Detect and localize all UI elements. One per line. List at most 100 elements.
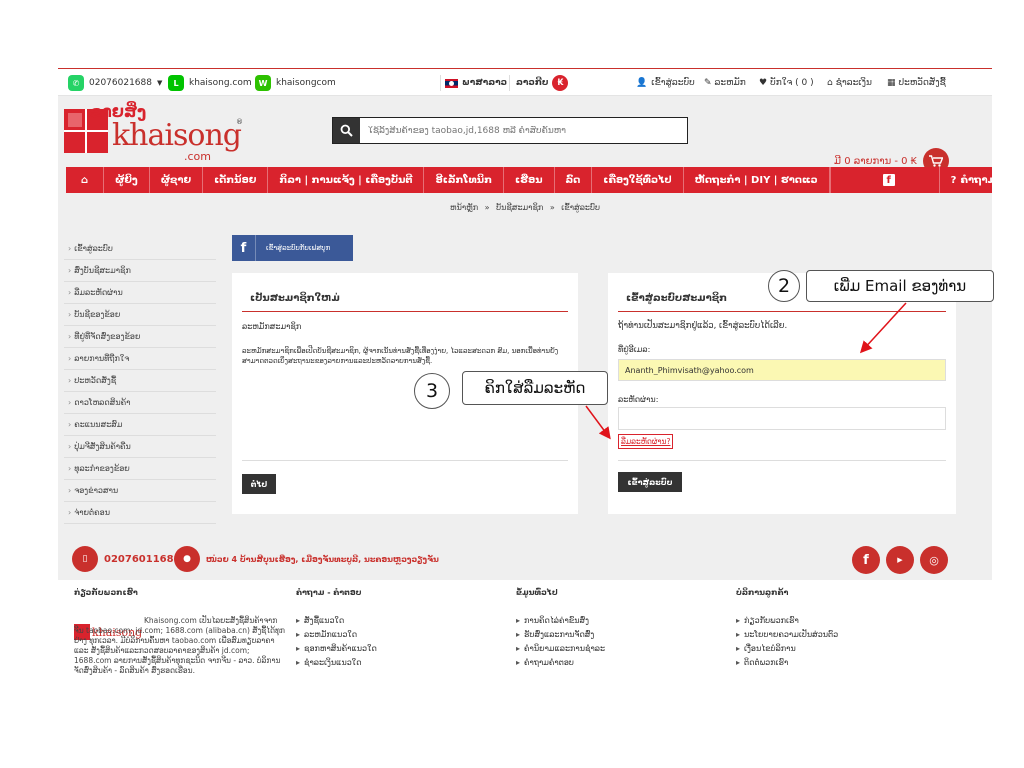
checkout-link-label: ຊຳລະເງິນ — [835, 78, 872, 88]
wechat-contact[interactable]: W khaisongcom — [255, 75, 336, 91]
footer-phone-number: 02076011688 — [104, 553, 181, 565]
lao-flag-icon — [445, 78, 458, 88]
cart-text: ມີ 0 ລາຍການ - 0 ₭ — [834, 155, 918, 167]
footer-contact-strip: ▯ 02076011688 ● ໜ່ວຍ 4 ບ້ານສີບຸນເຮືອງ, ເ… — [58, 540, 992, 582]
nav-general[interactable]: ເຄື່ອງໃຊ້ທົ່ວໄປ — [592, 167, 684, 193]
sidebar-item-forgot-password[interactable]: ລືມລະຫັດຜ່ານ — [64, 282, 216, 304]
login-panel: ເຂົ້າສູ່ລະບົບສະມາຊິກ ຖ້າທ່ານເປັນສະມາຊິກຢ… — [608, 273, 956, 514]
cart-icon — [929, 155, 944, 167]
password-field[interactable] — [618, 407, 946, 430]
login-link-label: ເຂົ້າສູ່ລະບົບ — [651, 78, 695, 88]
footer-qa-title: ຄຳຖາມ - ຄຳຕອບ — [296, 588, 362, 597]
language-selector[interactable]: ພາສາລາວ — [440, 75, 507, 91]
breadcrumb-account[interactable]: ບັນຊີສະມາຊິກ — [496, 203, 543, 212]
sidebar-item-downloads[interactable]: ດາວໂຫລດສິນຄ້າ — [64, 392, 216, 414]
footer-info-link[interactable]: ການຄິດໄລ່ຄ່າຂົນສົ່ງ — [516, 616, 589, 625]
currency-selector[interactable]: ລາວກີບ ₭ — [509, 75, 569, 91]
nav-kids[interactable]: ເດັກນ້ອຍ — [203, 167, 269, 193]
nav-facebook[interactable]: f — [829, 167, 940, 193]
sidebar-item-order-history[interactable]: ປະຫວັດສັ່ງຊື້ — [64, 370, 216, 392]
footer-service-link[interactable]: ຕິດຕໍ່ພວກເຮົາ — [736, 658, 788, 667]
breadcrumb-separator: » — [549, 203, 555, 212]
whatsapp-contact[interactable]: ✆ 02076021688 ▼ — [68, 75, 162, 91]
email-field[interactable] — [618, 359, 946, 381]
password-label: ລະຫັດຜ່ານ: — [618, 395, 659, 404]
phone-icon: ▯ — [72, 546, 98, 572]
new-customer-description: ລະຫມັກສະມາຊິກເພື່ອເປີດບັນຊີສະມາຊິກ, ຜູ້ຈ… — [242, 347, 559, 365]
footer-info-link[interactable]: ຮັບສົ່ງແລະການຈັດສົ່ງ — [516, 630, 594, 639]
header: ຂາຍສິ່ງ khaisong ® .com ມີ 0 ລາຍການ - 0 … — [58, 96, 992, 174]
divider — [618, 460, 946, 461]
search-button[interactable] — [333, 118, 360, 143]
sidebar-item-address-book[interactable]: ທີ່ຢູ່ທີ່ຈັດສົ່ງຂອງຂ້ອຍ — [64, 326, 216, 348]
footer-info-title: ຂໍ້ມູນທົ່ວໄປ — [516, 588, 558, 597]
breadcrumb-home[interactable]: ຫນ້າຫຼັກ — [450, 203, 478, 212]
nav-women[interactable]: ຜູ້ຍິງ — [104, 167, 150, 193]
currency-label: ລາວກີບ — [516, 78, 549, 88]
topbar-history-link[interactable]: ▦ ປະຫວັດສັ່ງຊື້ — [887, 75, 946, 91]
facebook-login-label: ເຂົ້າສູ່ລະບົບກັບເຟສບຸກ — [266, 244, 331, 252]
history-link-label: ປະຫວັດສັ່ງຊື້ — [898, 78, 946, 88]
nav-sports[interactable]: ກິລາ | ການແຈ້ງ | ເຄື່ອງບັນຕີ — [268, 167, 425, 193]
sidebar-item-newsletter[interactable]: ຈອງຂ່າວສານ — [64, 480, 216, 502]
nav-home-goods[interactable]: ເຮືອນ — [504, 167, 555, 193]
line-contact[interactable]: L khaisong.com — [168, 75, 252, 91]
step-3-badge: 3 — [414, 373, 450, 409]
topbar-register-link[interactable]: ✎ ລະຫມັກ — [704, 75, 746, 91]
footer-service-link[interactable]: ນະໂຍບາຍຄວາມເປັນສ່ວນຕົວ — [736, 630, 838, 639]
sidebar-item-returns[interactable]: ປຸ່ມຈີສັ່ງສິນຄ້າຄືນ — [64, 436, 216, 458]
login-button[interactable]: ເຂົ້າສູ່ລະບົບ — [618, 472, 682, 492]
footer-service-link[interactable]: ກ່ຽວກັບພວກເຮົາ — [736, 616, 799, 625]
sidebar-item-wishlist[interactable]: ລາຍການທີ່ຖືກໃຈ — [64, 348, 216, 370]
sidebar-item-transactions[interactable]: ທຸລະກຳຂອງຂ້ອຍ — [64, 458, 216, 480]
search-input[interactable] — [360, 118, 687, 143]
language-label: ພາສາລາວ — [462, 78, 508, 88]
footer-phone[interactable]: ▯ 02076011688 — [72, 546, 181, 572]
sidebar-item-login[interactable]: ເຂົ້າສູ່ລະບົບ — [64, 238, 216, 260]
register-link-label: ລະຫມັກ — [714, 78, 746, 88]
nav-help-label: ຄຳຖາມທີ່ພົບຫຼາຍ — [960, 174, 992, 186]
nav-cars[interactable]: ລົດ — [555, 167, 593, 193]
nav-home[interactable]: ⌂ — [66, 167, 105, 193]
footer-info-link[interactable]: ຄຳຖາມຄຳຕອບ — [516, 658, 574, 667]
footer-qa-link[interactable]: ຊໍາລະເງິນແນວໃດ — [296, 658, 361, 667]
step-2-badge: 2 — [768, 270, 800, 302]
search-icon — [340, 124, 353, 137]
footer-service-link[interactable]: ເງື່ອນໄຂບໍລິການ — [736, 644, 796, 653]
wechat-icon: W — [255, 75, 271, 91]
footer-qa-link[interactable]: ສັ່ງຊື້ແນວໃດ — [296, 616, 344, 625]
sidebar-item-recurring-payments[interactable]: ຈ່າຍຕໍ່ຄອນ — [64, 502, 216, 524]
sidebar-item-reward-points[interactable]: ຄະແນນສະສົມ — [64, 414, 216, 436]
site-logo[interactable]: ຂາຍສິ່ງ khaisong ® .com — [64, 102, 244, 163]
forgot-password-link[interactable]: ລືມລະຫັດຜ່ານ? — [618, 434, 674, 449]
nav-crafts[interactable]: ຫັດຖະກຳ | DIY | ຮາດແວ — [684, 167, 830, 193]
logo-com: .com — [184, 150, 211, 163]
heart-icon: ♥ — [759, 78, 768, 88]
youtube-icon[interactable]: ▶ — [886, 546, 914, 574]
instagram-icon[interactable]: ◎ — [920, 546, 948, 574]
footer-qa-link[interactable]: ລະຫມັກແນວໃດ — [296, 630, 357, 639]
search-bar — [332, 117, 688, 144]
map-pin-icon: ● — [174, 546, 200, 572]
facebook-login-button[interactable]: f ເຂົ້າສູ່ລະບົບກັບເຟສບຸກ — [232, 235, 353, 261]
step-2-callout: ເພີ່ມ Email ຂອງທ່ານ — [806, 270, 994, 302]
breadcrumb-separator: » — [484, 203, 490, 212]
facebook-icon[interactable]: f — [852, 546, 880, 574]
footer-qa-link[interactable]: ຊອກຫາສິນຄ້າແນວໃດ — [296, 644, 377, 653]
continue-button[interactable]: ຕໍ່ໄປ — [242, 474, 276, 494]
nav-electronics[interactable]: ອີເລັກໂທນິກ — [424, 167, 504, 193]
footer-address: ● ໜ່ວຍ 4 ບ້ານສີບຸນເຮືອງ, ເມືອງຈັນທະບູລີ,… — [174, 546, 439, 572]
nav-help[interactable]: ? ຄຳຖາມທີ່ພົບຫຼາຍ — [940, 167, 992, 193]
line-id: khaisong.com — [189, 78, 252, 88]
home-icon: ⌂ — [81, 174, 89, 186]
topbar-wishlist-link[interactable]: ♥ ບັກໃຈ ( 0 ) — [759, 75, 814, 91]
whatsapp-icon: ✆ — [68, 75, 84, 91]
topbar-checkout-link[interactable]: ⌂ ຊຳລະເງິນ — [827, 75, 872, 91]
nav-men[interactable]: ຜູ້ຊາຍ — [150, 167, 204, 193]
pencil-icon: ✎ — [704, 78, 712, 88]
sidebar-item-my-account[interactable]: ບັນຊີຂອງຂ້ອຍ — [64, 304, 216, 326]
logo-wordmark: khaisong — [112, 118, 242, 153]
footer-info-link[interactable]: ຄຳນິຍາມແລະການຊໍາລະ — [516, 644, 605, 653]
topbar-login-link[interactable]: 👤 ເຂົ້າສູ່ລະບົບ — [636, 75, 695, 91]
sidebar-item-register[interactable]: ສົ່ງບັນຊີສະມາຊິກ — [64, 260, 216, 282]
